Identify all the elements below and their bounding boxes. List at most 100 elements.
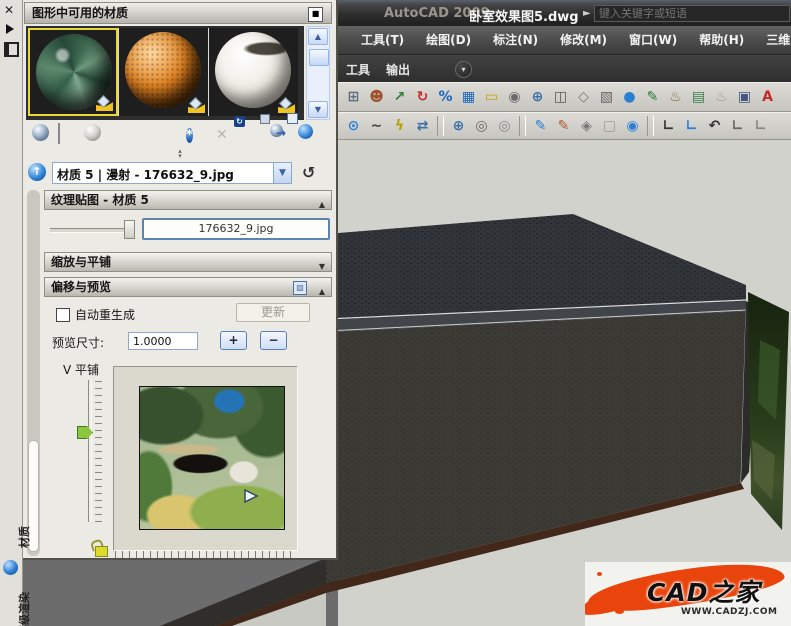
ribbon-tab-output[interactable]: 输出 bbox=[386, 61, 410, 78]
swatch-geometry-sphere-icon[interactable] bbox=[32, 124, 49, 141]
menu-tools[interactable]: 工具(T) bbox=[350, 26, 415, 54]
texture-file-button[interactable]: 176632_9.jpg bbox=[142, 218, 330, 240]
match-properties-icon[interactable]: ⊞ bbox=[342, 85, 365, 109]
sphere-icon[interactable]: ● bbox=[618, 85, 641, 109]
graph-icon[interactable]: ↗ bbox=[388, 85, 411, 109]
fog-icon[interactable]: ∼ bbox=[365, 114, 388, 138]
separator bbox=[519, 116, 526, 136]
auto-regenerate-checkbox[interactable] bbox=[56, 308, 70, 322]
apply-material-icon[interactable]: ✎ bbox=[529, 114, 552, 138]
section-offset-preview[interactable]: 偏移与预览 ▨ ▲ bbox=[44, 277, 332, 297]
ucs-icon[interactable]: ∟ bbox=[657, 114, 680, 138]
material-selector-dropdown[interactable]: 材质 5 | 漫射 - 176632_9.jpg ▼ bbox=[52, 162, 292, 184]
splitter-handle[interactable]: ▴▾ bbox=[170, 149, 190, 159]
dimension-icon[interactable]: ▭ bbox=[480, 85, 503, 109]
slider-handle[interactable] bbox=[124, 220, 135, 239]
pyramid-icon[interactable]: ◇ bbox=[572, 85, 595, 109]
tab-advanced-render[interactable]: 高级渲染 bbox=[16, 592, 32, 626]
menu-draw[interactable]: 绘图(D) bbox=[415, 26, 482, 54]
collapse-icon[interactable]: ▲ bbox=[319, 196, 325, 214]
scroll-down-icon[interactable]: ▼ bbox=[308, 101, 328, 118]
toolbar-orbit-ucs: ⊙∼ϟ⇄⊕◎◎✎✎◈▢◉∟∟↶∟∟ bbox=[338, 112, 791, 140]
section-texture-map[interactable]: 纹理贴图 - 材质 5 ▲ bbox=[44, 190, 332, 210]
material-selector-value: 材质 5 | 漫射 - 176632_9.jpg bbox=[57, 166, 234, 183]
shaded-box-icon[interactable]: ▧ bbox=[595, 85, 618, 109]
preview-lighting-icon[interactable] bbox=[84, 124, 101, 141]
ucs-face-icon[interactable]: ∟ bbox=[726, 114, 749, 138]
scroll-up-icon[interactable]: ▲ bbox=[308, 28, 328, 45]
texture-preview-image[interactable] bbox=[139, 386, 285, 530]
toolbar-render: ⊞☻↗↻%▦▭◉⊕◫◇▧●✎♨▤♨▣A bbox=[338, 82, 791, 112]
checkered-underlay-icon[interactable] bbox=[58, 124, 60, 143]
menu-dimension[interactable]: 标注(N) bbox=[482, 26, 549, 54]
zoom-out-button[interactable]: − bbox=[260, 331, 287, 350]
menu-help[interactable]: 帮助(H) bbox=[688, 26, 755, 54]
free-orbit-icon[interactable]: ◎ bbox=[470, 114, 493, 138]
close-icon[interactable]: ✕ bbox=[4, 3, 14, 17]
create-material-icon[interactable]: * bbox=[186, 124, 193, 145]
section-scale-tile[interactable]: 缩放与平铺 ▼ bbox=[44, 252, 332, 272]
menu-3d[interactable]: 三维 bbox=[755, 26, 791, 54]
autohide-icon[interactable] bbox=[4, 42, 19, 57]
lock-aspect-icon[interactable] bbox=[93, 540, 107, 556]
material-swatch-green[interactable] bbox=[28, 28, 118, 116]
ucs-world-icon[interactable]: ∟ bbox=[680, 114, 703, 138]
navigate-up-icon[interactable]: ↑ bbox=[28, 163, 46, 181]
named-views-icon[interactable]: ⇄ bbox=[411, 114, 434, 138]
scrollbar-thumb[interactable] bbox=[309, 49, 329, 66]
render-icon[interactable]: ✎ bbox=[641, 85, 664, 109]
swap-material-icon[interactable]: ↺ bbox=[302, 163, 315, 182]
palette-scrollbar[interactable] bbox=[27, 190, 40, 556]
ribbon-tab-tools[interactable]: 工具 bbox=[346, 61, 370, 78]
walk-through-icon[interactable]: ☻ bbox=[365, 85, 388, 109]
quick-render-icon[interactable]: ϟ bbox=[388, 114, 411, 138]
apply-material-badge-icon bbox=[96, 97, 113, 111]
paint-brush-icon[interactable]: ✎ bbox=[552, 114, 575, 138]
camera-icon[interactable]: ◉ bbox=[503, 85, 526, 109]
white-box-icon[interactable]: ▢ bbox=[598, 114, 621, 138]
material-swatch-orange[interactable] bbox=[118, 28, 208, 116]
teapot-render-icon[interactable]: ♨ bbox=[710, 85, 733, 109]
texture-opacity-slider[interactable] bbox=[50, 228, 132, 233]
v-tile-label: V 平铺 bbox=[63, 361, 99, 378]
collapse-icon[interactable]: ▲ bbox=[319, 283, 325, 301]
solid-edit-icon[interactable]: ◈ bbox=[575, 114, 598, 138]
continuous-orbit-icon[interactable]: ◎ bbox=[493, 114, 516, 138]
array-icon[interactable]: ▦ bbox=[457, 85, 480, 109]
search-input[interactable] bbox=[594, 5, 790, 22]
ribbon-overflow-button[interactable]: ▾ bbox=[455, 61, 472, 78]
panel-toggle-button[interactable]: ■ bbox=[308, 7, 323, 22]
separator bbox=[647, 116, 654, 136]
texture-preview-panel bbox=[113, 366, 298, 551]
tab-materials[interactable]: 材质 bbox=[16, 526, 32, 548]
v-tile-slider[interactable] bbox=[88, 380, 92, 522]
background-image-icon[interactable]: ▤ bbox=[687, 85, 710, 109]
redo-icon[interactable]: ↻ bbox=[411, 85, 434, 109]
material-swatch-list bbox=[26, 26, 304, 120]
render-region-icon[interactable]: ⊙ bbox=[342, 114, 365, 138]
text-style-icon[interactable]: A bbox=[756, 85, 779, 109]
expand-arrow-icon[interactable] bbox=[6, 24, 14, 34]
title-bar[interactable]: AutoCAD 2009 卧室效果图5.dwg ► bbox=[338, 0, 791, 26]
material-swatch-white[interactable] bbox=[208, 28, 298, 116]
menu-window[interactable]: 窗口(W) bbox=[618, 26, 688, 54]
drawing-viewport[interactable] bbox=[338, 140, 791, 626]
ucs-object-icon[interactable]: ∟ bbox=[749, 114, 772, 138]
zoom-in-button[interactable]: + bbox=[220, 331, 247, 350]
preview-size-input[interactable] bbox=[128, 332, 198, 350]
render-window-icon[interactable]: ▣ bbox=[733, 85, 756, 109]
auto-regenerate-label: 自动重生成 bbox=[75, 306, 135, 323]
scale-percent-icon[interactable]: % bbox=[434, 85, 457, 109]
expand-icon[interactable]: ▼ bbox=[319, 258, 325, 276]
constrained-orbit-icon[interactable]: ⊕ bbox=[447, 114, 470, 138]
box-solid-icon[interactable]: ◫ bbox=[549, 85, 572, 109]
3d-orbit-icon[interactable]: ⊕ bbox=[526, 85, 549, 109]
ucs-previous-icon[interactable]: ↶ bbox=[703, 114, 726, 138]
menu-modify[interactable]: 修改(M) bbox=[549, 26, 618, 54]
swatch-scrollbar[interactable]: ▲ ▼ bbox=[306, 26, 330, 120]
apply-material-badge-icon bbox=[188, 99, 205, 113]
light-icon[interactable]: ♨ bbox=[664, 85, 687, 109]
preview-mini-icon: ▨ bbox=[293, 281, 307, 295]
chevron-down-icon[interactable]: ▼ bbox=[273, 163, 291, 183]
overlap-circles-icon[interactable]: ◉ bbox=[621, 114, 644, 138]
